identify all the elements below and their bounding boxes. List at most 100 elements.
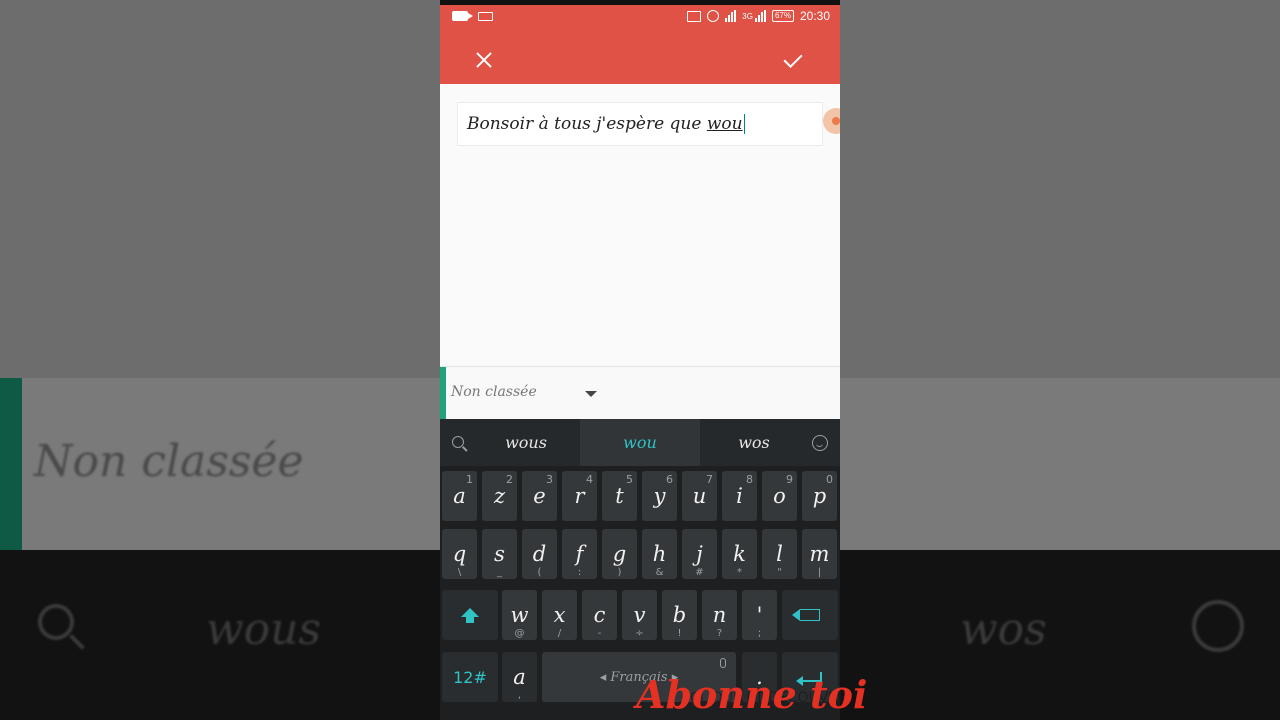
symbols-key[interactable]: 12# — [442, 652, 498, 702]
category-selector[interactable]: Non classée — [440, 366, 840, 420]
key-letter: ' — [756, 603, 763, 627]
key-letter: x — [553, 603, 566, 627]
key-z[interactable]: z2 — [482, 471, 517, 521]
key-letter: r — [574, 484, 585, 508]
key-p[interactable]: p0 — [802, 471, 837, 521]
key-letter: c — [593, 603, 606, 627]
key-letter: o — [773, 484, 786, 508]
battery-indicator: 67% — [771, 10, 794, 22]
key-hint: 3 — [546, 473, 553, 486]
emoji-icon[interactable] — [812, 435, 828, 451]
key-h[interactable]: h & — [642, 529, 677, 579]
cast-icon — [687, 10, 702, 22]
key-hint: 7 — [706, 473, 713, 486]
key-o[interactable]: o9 — [762, 471, 797, 521]
keyboard-icon — [478, 11, 493, 21]
key-apostrophe[interactable]: '; — [742, 590, 777, 640]
key-letter: z — [493, 484, 506, 508]
accent-key[interactable]: a, — [502, 652, 537, 702]
search-icon[interactable] — [452, 436, 464, 448]
key-hint: 6 — [666, 473, 673, 486]
key-k[interactable]: k * — [722, 529, 757, 579]
key-u[interactable]: u7 — [682, 471, 717, 521]
key-letter: u — [692, 484, 707, 508]
dropdown-arrow-icon[interactable] — [585, 391, 597, 397]
key-letter: v — [633, 603, 646, 627]
key-letter: n — [712, 603, 727, 627]
key-f[interactable]: f: — [562, 529, 597, 579]
key-letter: g — [612, 542, 627, 566]
key-x[interactable]: x / — [542, 590, 577, 640]
key-hint: 5 — [626, 473, 633, 486]
key-secondary: _ — [497, 567, 502, 578]
key-r[interactable]: r4 — [562, 471, 597, 521]
key-secondary: " — [777, 567, 782, 578]
overlay-title: Abonne toi — [636, 672, 868, 717]
key-secondary: ? — [716, 628, 723, 639]
text-cursor — [743, 114, 746, 134]
key-i[interactable]: i8 — [722, 471, 757, 521]
key-s[interactable]: s _ — [482, 529, 517, 579]
suggestion-bar: wous wou wos — [440, 419, 840, 466]
editor-area[interactable]: Bonsoir à tous j'espère que wou — [440, 84, 840, 366]
key-letter: k — [733, 542, 746, 566]
key-letter: i — [736, 484, 743, 508]
key-b[interactable]: b! — [662, 590, 697, 640]
key-hint: 0 — [826, 473, 833, 486]
key-secondary: & — [655, 567, 664, 578]
key-secondary: : — [577, 567, 582, 578]
composing-word: wou — [706, 114, 743, 134]
key-m[interactable]: m | — [802, 529, 837, 579]
typed-text: Bonsoir à tous j'espère que — [467, 114, 707, 134]
key-letter: m — [809, 542, 830, 566]
key-hint: 8 — [746, 473, 753, 486]
key-letter: q — [452, 542, 467, 566]
close-icon[interactable] — [470, 46, 498, 74]
key-w[interactable]: w @ — [502, 590, 537, 640]
key-secondary: ! — [677, 628, 682, 639]
key-secondary: * — [737, 567, 742, 578]
key-e[interactable]: e3 — [522, 471, 557, 521]
clock: 20:30 — [799, 9, 830, 23]
key-n[interactable]: n? — [702, 590, 737, 640]
category-label: Non classée — [451, 384, 537, 400]
key-letter: j — [696, 542, 703, 566]
phone-screen: 3G 67% 20:30 Bonsoir à tous j'espère que… — [440, 0, 840, 720]
network-type: 3G — [742, 11, 753, 21]
key-l[interactable]: l " — [762, 529, 797, 579]
note-text-field[interactable]: Bonsoir à tous j'espère que wou — [457, 102, 823, 146]
key-c[interactable]: c- — [582, 590, 617, 640]
background-category-label: Non classée — [34, 436, 304, 487]
key-j[interactable]: j # — [682, 529, 717, 579]
status-bar: 3G 67% 20:30 — [440, 0, 840, 36]
key-letter: a — [513, 665, 526, 689]
app-toolbar — [440, 36, 840, 84]
key-g[interactable]: g) — [602, 529, 637, 579]
key-secondary: # — [695, 567, 704, 578]
key-v[interactable]: v ÷ — [622, 590, 657, 640]
suggestion-3[interactable]: wos — [702, 419, 806, 466]
key-secondary: @ — [514, 628, 525, 639]
key-hint: 2 — [506, 473, 513, 486]
key-letter: l — [776, 542, 783, 566]
key-y[interactable]: y6 — [642, 471, 677, 521]
background-suggestion-2: wos — [960, 604, 1047, 655]
signal-icon — [725, 10, 737, 22]
key-secondary: | — [817, 567, 822, 578]
key-letter: b — [672, 603, 687, 627]
microphone-icon — [720, 658, 726, 668]
key-q[interactable]: q \ — [442, 529, 477, 579]
key-t[interactable]: t5 — [602, 471, 637, 521]
key-a[interactable]: a1 — [442, 471, 477, 521]
suggestion-2[interactable]: wou — [580, 419, 700, 466]
check-icon[interactable] — [780, 46, 810, 74]
backspace-key[interactable] — [782, 590, 838, 640]
key-hint: 4 — [586, 473, 593, 486]
key-letter: w — [510, 603, 529, 627]
shift-key[interactable] — [442, 590, 498, 640]
key-secondary: , — [517, 690, 522, 701]
suggestion-1[interactable]: wous — [474, 419, 578, 466]
key-d[interactable]: d( — [522, 529, 557, 579]
key-secondary: ) — [617, 567, 622, 578]
key-secondary: / — [557, 628, 562, 639]
